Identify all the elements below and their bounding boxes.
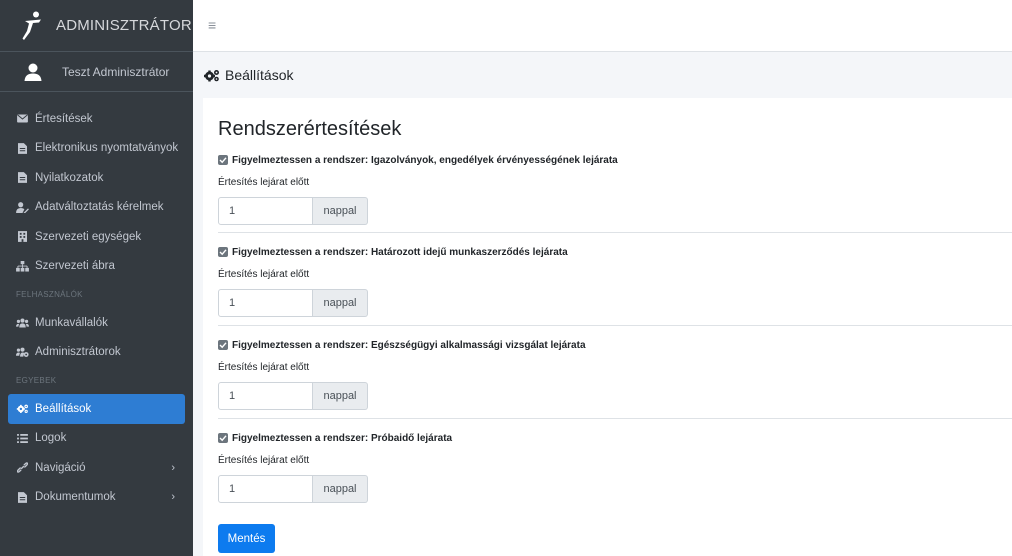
section-divider — [218, 418, 1012, 419]
sidebar-item-label: Elektronikus nyomtatványok — [35, 142, 179, 155]
days-unit-addon: nappal — [313, 197, 368, 225]
section-divider — [218, 232, 1012, 233]
section-divider — [218, 325, 1012, 326]
sidebar: ADMINISZTRÁTOR Teszt Adminisztrátor Érte… — [0, 0, 193, 556]
user-icon — [24, 63, 42, 81]
days-input-group: nappal — [218, 475, 368, 503]
checkbox-row: Figyelmeztessen a rendszer: Igazolványok… — [218, 153, 1012, 167]
days-input[interactable] — [218, 475, 313, 503]
days-input-group: nappal — [218, 289, 368, 317]
checkbox-checked-icon[interactable] — [218, 247, 228, 257]
checkbox-label[interactable]: Figyelmeztessen a rendszer: Próbaidő lej… — [232, 433, 452, 444]
sidebar-item-navigacio[interactable]: Navigáció › — [8, 453, 185, 483]
sidebar-item-elektronikus-nyomtatvanyok[interactable]: Elektronikus nyomtatványok — [8, 134, 185, 164]
sidebar-item-szervezeti-egysegek[interactable]: Szervezeti egységek — [8, 222, 185, 252]
field-label: Értesítés lejárat előtt — [218, 455, 310, 466]
save-button[interactable]: Mentés — [218, 524, 275, 553]
user-edit-icon — [16, 201, 29, 214]
running-figure-logo-icon — [22, 11, 41, 40]
brand-title: ADMINISZTRÁTOR — [56, 17, 192, 34]
sidebar-item-label: Értesítések — [35, 112, 93, 125]
user-name: Teszt Adminisztrátor — [62, 64, 170, 79]
field-label: Értesítés lejárat előtt — [218, 177, 310, 188]
days-unit-addon: nappal — [313, 289, 368, 317]
nav-header-felhasznalok: FELHASZNÁLÓK — [16, 290, 83, 299]
card-title: Rendszerértesítések — [218, 118, 402, 140]
sidebar-item-adatvaltoztatas-kerelmek[interactable]: Adatváltoztatás kérelmek — [8, 193, 185, 223]
sidebar-item-label: Szervezeti ábra — [35, 260, 115, 273]
cogs-icon — [16, 402, 29, 415]
checkbox-label[interactable]: Figyelmeztessen a rendszer: Igazolványok… — [232, 155, 618, 166]
checkbox-row: Figyelmeztessen a rendszer: Határozott i… — [218, 245, 1012, 259]
days-input-group: nappal — [218, 382, 368, 410]
notification-section: Figyelmeztessen a rendszer: Határozott i… — [218, 245, 1012, 317]
chevron-right-icon: › — [171, 491, 175, 504]
notification-section: Figyelmeztessen a rendszer: Egészségügyi… — [218, 338, 1012, 410]
sidebar-item-label: Munkavállalók — [35, 316, 108, 329]
users-cog-icon — [16, 346, 29, 359]
checkbox-checked-icon[interactable] — [218, 340, 228, 350]
file-icon — [16, 491, 29, 504]
checkbox-row: Figyelmeztessen a rendszer: Egészségügyi… — [218, 338, 1012, 352]
envelope-icon — [16, 112, 29, 125]
sitemap-icon — [16, 260, 29, 273]
top-navbar: ≡ — [193, 0, 1012, 52]
sidebar-item-nyilatkozatok[interactable]: Nyilatkozatok — [8, 163, 185, 193]
sidebar-nav: Értesítések Elektronikus nyomtatványok N… — [0, 104, 193, 512]
sidebar-item-szervezeti-abra[interactable]: Szervezeti ábra — [8, 252, 185, 282]
checkbox-checked-icon[interactable] — [218, 155, 228, 165]
checkbox-label[interactable]: Figyelmeztessen a rendszer: Egészségügyi… — [232, 340, 586, 351]
page-title: Beállítások — [225, 67, 294, 83]
sidebar-item-label: Szervezeti egységek — [35, 230, 142, 243]
settings-card: Rendszerértesítések Figyelmeztessen a re… — [203, 98, 1012, 556]
checkbox-label[interactable]: Figyelmeztessen a rendszer: Határozott i… — [232, 247, 568, 258]
list-icon — [16, 432, 29, 445]
sidebar-item-logok[interactable]: Logok — [8, 424, 185, 454]
days-unit-addon: nappal — [313, 475, 368, 503]
chevron-right-icon: › — [171, 461, 175, 474]
sidebar-item-dokumentumok[interactable]: Dokumentumok › — [8, 483, 185, 513]
file-icon — [16, 171, 29, 184]
days-unit-addon: nappal — [313, 382, 368, 410]
cogs-icon — [204, 69, 219, 81]
users-icon — [16, 316, 29, 329]
sidebar-item-label: Adminisztrátorok — [35, 346, 121, 359]
sidebar-item-label: Adatváltoztatás kérelmek — [35, 201, 164, 214]
checkbox-row: Figyelmeztessen a rendszer: Próbaidő lej… — [218, 431, 1012, 445]
sidebar-item-adminisztratorok[interactable]: Adminisztrátorok — [8, 338, 185, 368]
notification-section: Figyelmeztessen a rendszer: Igazolványok… — [218, 153, 1012, 225]
sidebar-item-ertesitesek[interactable]: Értesítések — [8, 104, 185, 134]
days-input[interactable] — [218, 197, 313, 225]
days-input-group: nappal — [218, 197, 368, 225]
sidebar-item-label: Beállítások — [35, 402, 92, 415]
field-label: Értesítés lejárat előtt — [218, 269, 310, 280]
field-label: Értesítés lejárat előtt — [218, 362, 310, 373]
hamburger-menu-icon[interactable]: ≡ — [208, 17, 216, 33]
sidebar-item-label: Logok — [35, 432, 67, 445]
user-panel[interactable]: Teszt Adminisztrátor — [0, 52, 193, 92]
days-input[interactable] — [218, 382, 313, 410]
sidebar-item-label: Navigáció — [35, 461, 86, 474]
building-icon — [16, 230, 29, 243]
sidebar-item-label: Nyilatkozatok — [35, 171, 104, 184]
content-header: Beállítások — [193, 52, 1012, 98]
sidebar-item-beallitasok[interactable]: Beállítások — [8, 394, 185, 424]
nav-header-egyebek: EGYEBEK — [16, 376, 57, 385]
notification-section: Figyelmeztessen a rendszer: Próbaidő lej… — [218, 431, 1012, 503]
brand[interactable]: ADMINISZTRÁTOR — [0, 0, 193, 52]
file-icon — [16, 142, 29, 155]
checkbox-checked-icon[interactable] — [218, 433, 228, 443]
sidebar-item-label: Dokumentumok — [35, 491, 116, 504]
link-icon — [16, 461, 29, 474]
days-input[interactable] — [218, 289, 313, 317]
sidebar-item-munkavallalok[interactable]: Munkavállalók — [8, 308, 185, 338]
